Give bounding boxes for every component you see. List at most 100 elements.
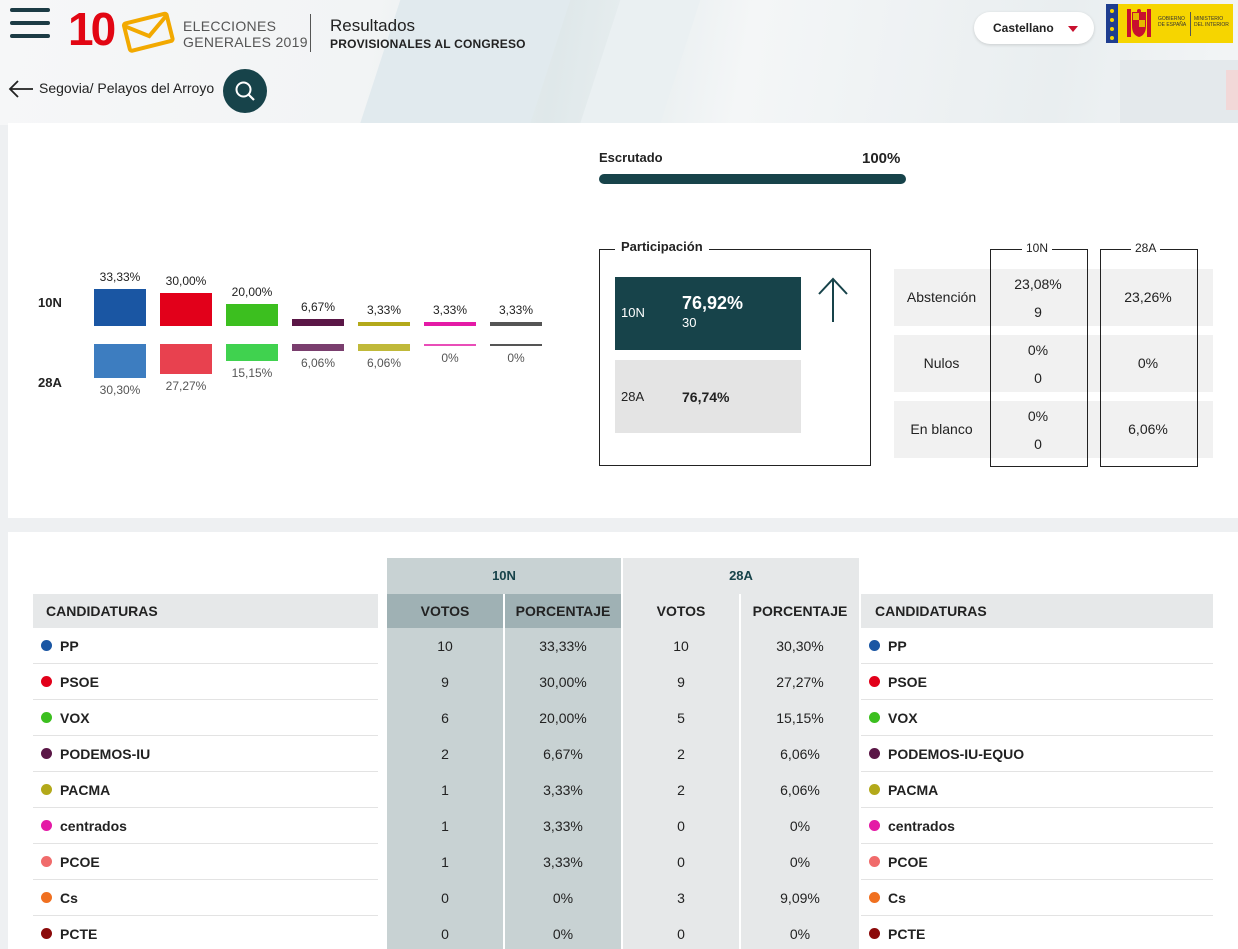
party-color-dot [41, 820, 52, 831]
escrutado-label: Escrutado [599, 150, 663, 165]
participacion-title: Participación [615, 239, 709, 254]
porcentaje-10n: 0% [552, 890, 574, 906]
candidate-name-10n[interactable]: Cs [60, 890, 78, 906]
escrutado-value: 100% [862, 150, 901, 167]
header-porcentaje-10n: PORCENTAJE [505, 594, 621, 628]
party-color-dot [41, 748, 52, 759]
candidate-name-28a[interactable]: VOX [888, 710, 918, 726]
bar-10n[interactable] [358, 322, 410, 326]
participacion-10n-label: 10N [621, 305, 645, 320]
participacion-28a-pct: 76,74% [682, 389, 730, 405]
eu-flag-icon [1106, 4, 1118, 43]
candidate-name-28a[interactable]: Cs [888, 890, 906, 906]
party-color-dot [41, 856, 52, 867]
candidate-name-10n[interactable]: PP [60, 638, 79, 654]
bar-label-28a: 0% [441, 351, 459, 365]
logo-line-1: ELECCIONES [183, 18, 277, 34]
candidate-name-10n[interactable]: PACMA [60, 782, 110, 798]
bar-28a[interactable] [292, 344, 344, 351]
stats-col-28a-title: 28A [1131, 241, 1161, 255]
language-label: Castellano [993, 21, 1054, 35]
party-color-dot [41, 784, 52, 795]
participacion-10n: 10N 76,92% 30 [615, 277, 801, 350]
candidate-name-28a[interactable]: PCOE [888, 854, 928, 870]
votos-10n: 1 [441, 782, 449, 798]
votos-28a: 5 [677, 710, 685, 726]
votos-10n: 6 [441, 710, 449, 726]
candidate-name-10n[interactable]: centrados [60, 818, 127, 834]
envelope-icon [121, 11, 175, 53]
porcentaje-10n: 30,00% [539, 674, 587, 690]
votos-10n: 10 [437, 638, 453, 654]
row-divider [861, 735, 1213, 736]
bar-10n[interactable] [94, 289, 146, 326]
bar-28a[interactable] [490, 344, 542, 346]
bar-label-28a: 27,27% [165, 379, 207, 394]
candidate-name-28a[interactable]: PACMA [888, 782, 938, 798]
header-votos-10n: VOTOS [387, 594, 503, 628]
stats-col-28a-box [1100, 249, 1198, 467]
porcentaje-10n: 0% [552, 926, 574, 942]
porcentaje-28a: 0% [789, 854, 811, 870]
candidate-name-28a[interactable]: centrados [888, 818, 955, 834]
row-divider [33, 915, 378, 916]
bar-28a[interactable] [226, 344, 278, 361]
porcentaje-28a: 15,15% [776, 710, 824, 726]
breadcrumb[interactable]: Segovia/ Pelayos del Arroyo [39, 80, 214, 96]
group-header-10n: 10N [387, 558, 621, 594]
bar-10n[interactable] [226, 303, 278, 326]
porcentaje-28a: 9,09% [780, 890, 820, 906]
row-divider [861, 771, 1213, 772]
candidate-name-10n[interactable]: PSOE [60, 674, 99, 690]
gov-text-2: MINISTERIO DEL INTERIOR [1194, 16, 1229, 28]
candidate-name-10n[interactable]: PCOE [60, 854, 100, 870]
porcentaje-28a: 30,30% [776, 638, 824, 654]
bar-10n[interactable] [490, 322, 542, 326]
back-arrow-icon[interactable] [8, 80, 34, 98]
bar-28a[interactable] [160, 344, 212, 375]
candidate-name-28a[interactable]: PCTE [888, 926, 925, 942]
porcentaje-28a: 0% [789, 818, 811, 834]
candidate-name-10n[interactable]: PODEMOS-IU [60, 746, 150, 762]
row-divider [33, 879, 378, 880]
header-candidaturas-left: CANDIDATURAS [33, 594, 378, 628]
bar-28a[interactable] [94, 344, 146, 378]
bar-label-28a: 30,30% [99, 382, 141, 397]
candidate-name-28a[interactable]: PP [888, 638, 907, 654]
porcentaje-10n: 3,33% [543, 782, 583, 798]
candidate-name-28a[interactable]: PSOE [888, 674, 927, 690]
bar-label-10n: 3,33% [498, 303, 534, 318]
gobierno-logo[interactable]: GOBIERNO DE ESPAÑA MINISTERIO DEL INTERIOR [1106, 4, 1233, 43]
votos-10n: 0 [441, 890, 449, 906]
candidate-name-10n[interactable]: PCTE [60, 926, 97, 942]
elecciones-logo[interactable]: 10 ELECCIONES GENERALES 2019 [68, 4, 308, 54]
hamburger-menu-icon[interactable] [10, 6, 50, 46]
participacion-28a: 28A 76,74% [615, 360, 801, 433]
header-porcentaje-28a: PORCENTAJE [741, 594, 859, 628]
porcentaje-28a: 0% [789, 926, 811, 942]
porcentaje-10n: 20,00% [539, 710, 587, 726]
party-color-dot [869, 856, 880, 867]
bar-label-10n: 30,00% [165, 273, 207, 288]
up-arrow-icon [818, 277, 848, 322]
bar-10n[interactable] [160, 292, 212, 326]
search-button[interactable] [223, 69, 267, 113]
bar-28a[interactable] [358, 344, 410, 351]
porcentaje-10n: 6,67% [543, 746, 583, 762]
party-color-dot [869, 676, 880, 687]
bar-28a[interactable] [424, 344, 476, 346]
party-color-dot [869, 748, 880, 759]
candidate-name-10n[interactable]: VOX [60, 710, 90, 726]
party-color-dot [869, 640, 880, 651]
language-select[interactable]: Castellano [974, 12, 1094, 44]
candidate-name-28a[interactable]: PODEMOS-IU-EQUO [888, 746, 1024, 762]
row-divider [33, 843, 378, 844]
party-color-dot [869, 712, 880, 723]
row-divider [861, 879, 1213, 880]
row-label-28a: 28A [38, 375, 62, 390]
logo-number: 10 [68, 3, 116, 55]
caret-down-icon [1068, 26, 1078, 32]
votos-10n: 9 [441, 674, 449, 690]
bar-10n[interactable] [292, 318, 344, 326]
bar-10n[interactable] [424, 322, 476, 326]
